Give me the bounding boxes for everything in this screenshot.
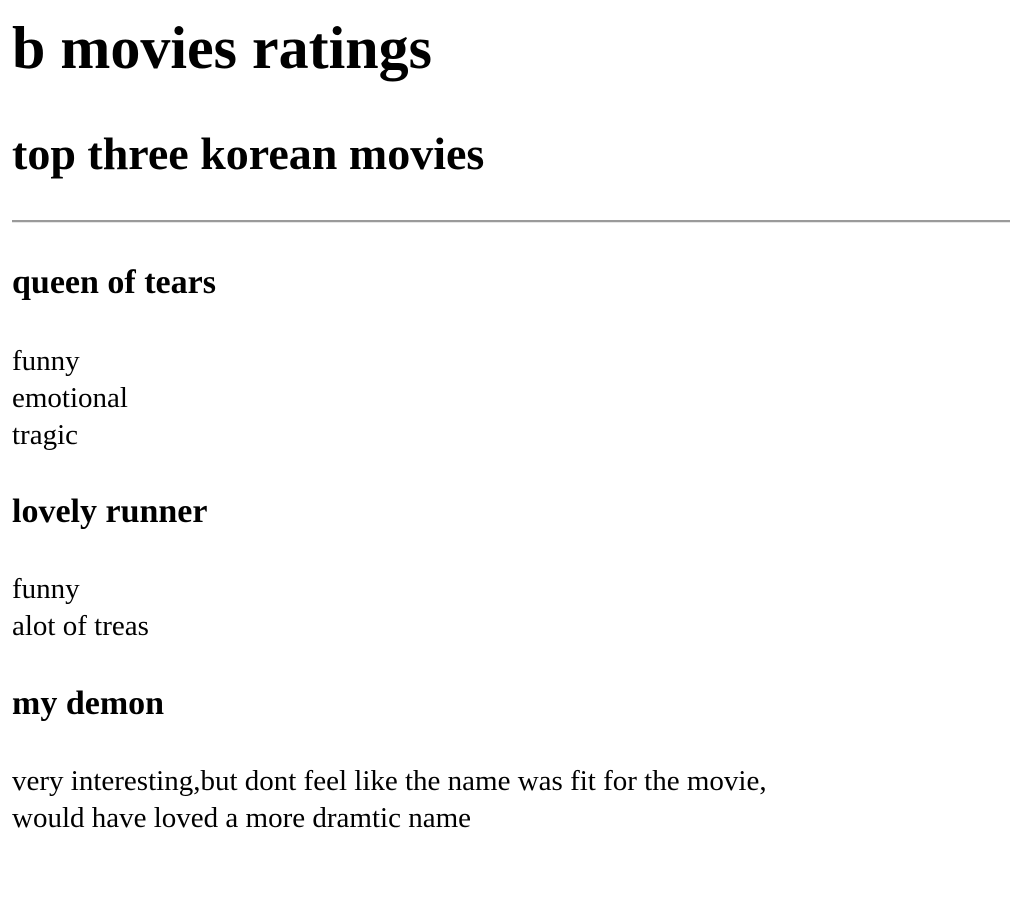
movie-note: funny [12, 573, 80, 605]
movie-title: lovely runner [12, 493, 208, 530]
movie-note: very interesting,but dont feel like the … [12, 765, 767, 797]
page-title: b movies ratings [12, 15, 432, 81]
movie-note: would have loved a more dramtic name [12, 802, 472, 834]
page-subtitle: top three korean movies [12, 128, 485, 179]
movie-title: queen of tears [12, 264, 216, 301]
movie-notes: funny emotional tragic [12, 343, 128, 454]
movie-note: tragic [12, 419, 79, 451]
movie-note: emotional [12, 382, 128, 414]
movie-note: alot of treas [12, 610, 149, 642]
movie-notes: very interesting,but dont feel like the … [12, 763, 767, 837]
horizontal-rule [12, 220, 1010, 223]
movie-title: my demon [12, 685, 165, 722]
movie-note: funny [12, 345, 80, 377]
movie-notes: funny alot of treas [12, 571, 149, 645]
